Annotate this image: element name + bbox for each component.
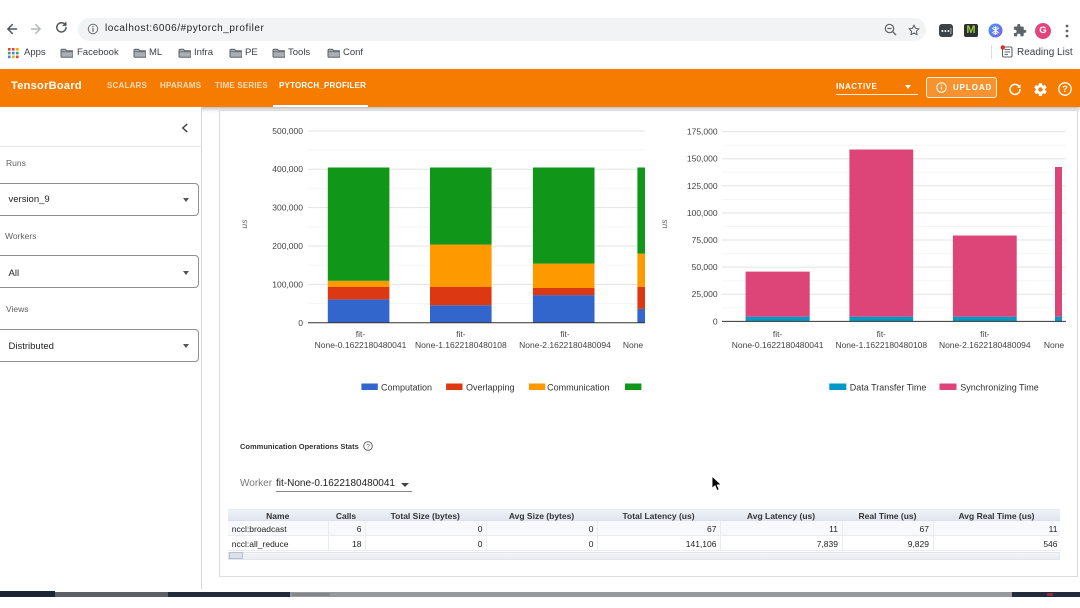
svg-text:400,000: 400,000 [272,164,303,174]
svg-text:0: 0 [298,318,303,328]
svg-text:200,000: 200,000 [272,241,303,251]
svg-text:None-2.1622180480094: None-2.1622180480094 [519,340,611,350]
svg-text:100,000: 100,000 [272,279,303,289]
svg-text:500,000: 500,000 [272,126,303,136]
svg-text:300,000: 300,000 [272,203,303,213]
svg-text:Synchronizing Time: Synchronizing Time [960,383,1039,393]
svg-text:fit-: fit- [877,329,887,339]
svg-text:175,000: 175,000 [687,127,718,137]
svg-text:fit-: fit- [456,329,466,339]
svg-text:fit-: fit- [980,329,990,339]
svg-text:Data Transfer Time: Data Transfer Time [850,383,927,393]
svg-text:None-1.1622180480108: None-1.1622180480108 [415,340,507,350]
svg-text:us: us [239,219,249,229]
svg-text:None-0.1622180480041: None-0.1622180480041 [315,340,407,350]
svg-text:None-1.1622180480108: None-1.1622180480108 [835,340,927,350]
svg-text:fit-: fit- [773,329,783,339]
svg-text:?: ? [366,443,370,450]
svg-text:None-2.1622180480094: None-2.1622180480094 [939,340,1031,350]
svg-text:?: ? [1062,84,1068,94]
svg-text:fit-: fit- [356,329,366,339]
svg-text:us: us [660,219,669,229]
svg-text:0: 0 [713,316,718,326]
svg-text:75,000: 75,000 [692,235,718,245]
svg-text:Computation: Computation [381,383,432,393]
svg-text:Overlapping: Overlapping [466,383,515,393]
svg-text:50,000: 50,000 [692,262,718,272]
svg-text:150,000: 150,000 [687,154,718,164]
svg-text:Communication: Communication [547,383,610,393]
svg-text:125,000: 125,000 [687,181,718,191]
svg-text:fit-: fit- [560,329,570,339]
svg-text:25,000: 25,000 [692,289,718,299]
svg-text:None-0.1622180480041: None-0.1622180480041 [732,340,824,350]
svg-text:None: None [623,340,644,350]
svg-text:100,000: 100,000 [687,208,718,218]
svg-text:None: None [1044,340,1065,350]
